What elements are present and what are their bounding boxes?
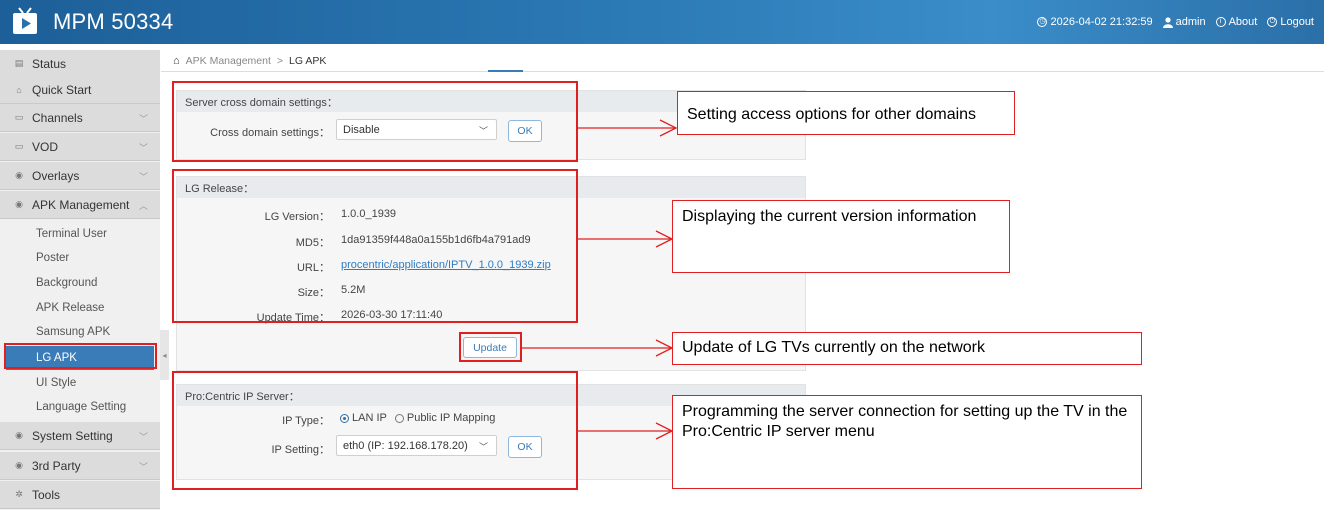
callout-procentric: Programming the server connection for se… — [672, 395, 1142, 489]
callout-cross-domain: Setting access options for other domains — [677, 91, 1015, 135]
callout-update: Update of LG TVs currently on the networ… — [672, 332, 1142, 365]
callout-version-info: Displaying the current version informati… — [672, 200, 1010, 273]
